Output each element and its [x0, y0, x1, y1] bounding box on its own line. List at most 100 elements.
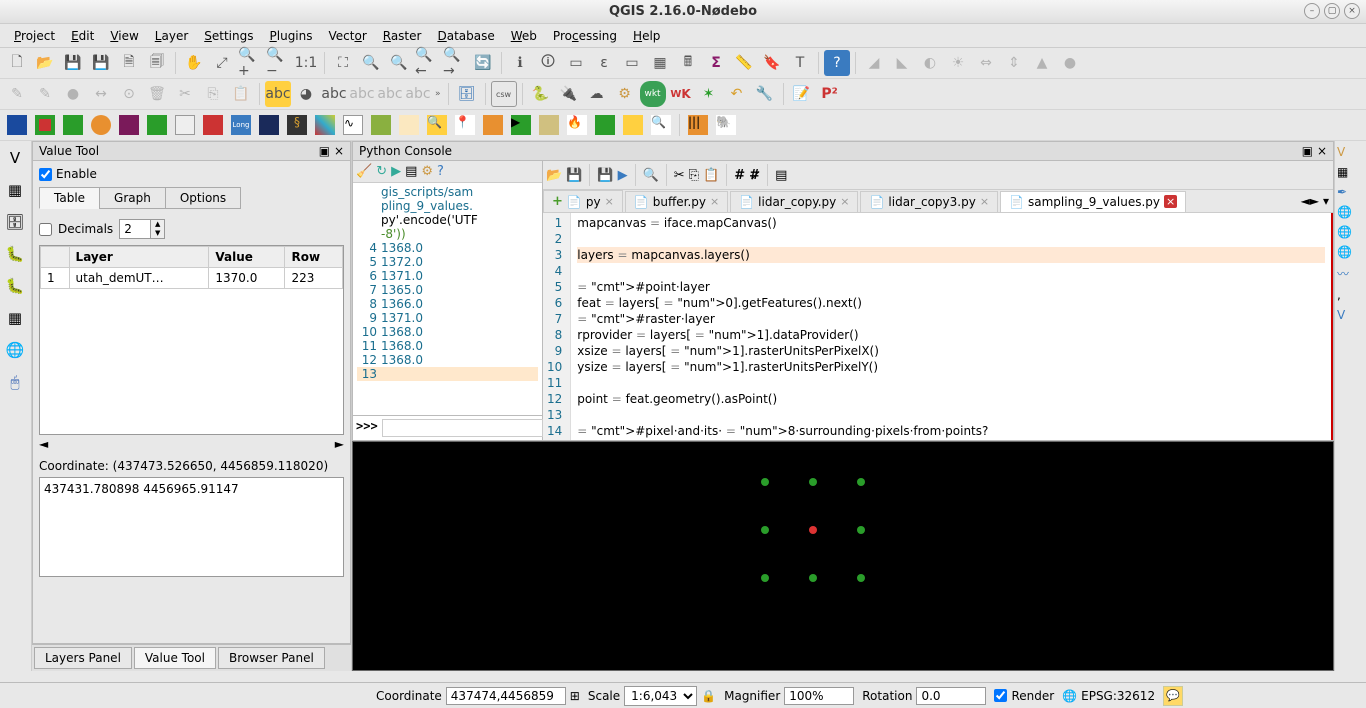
- measure-icon[interactable]: 📏: [731, 50, 757, 76]
- editor-tab[interactable]: + 📄py ×: [543, 190, 623, 212]
- db-manager-icon[interactable]: 🗄: [454, 81, 480, 107]
- help-icon[interactable]: ?: [824, 50, 850, 76]
- menu-project[interactable]: Project: [6, 26, 63, 46]
- rt-13-icon[interactable]: ∿: [340, 112, 366, 138]
- pycon-undock-icon[interactable]: ▣: [1302, 144, 1313, 158]
- btab-browser[interactable]: Browser Panel: [218, 647, 325, 669]
- open-icon[interactable]: 📂: [32, 50, 58, 76]
- coord-output[interactable]: 437431.780898 4456965.91147: [39, 477, 344, 577]
- editor-tab[interactable]: 📄lidar_copy.py ×: [730, 191, 858, 212]
- tab-list-icon[interactable]: ▾: [1323, 194, 1329, 208]
- save-as-file-icon[interactable]: 💾: [597, 168, 613, 183]
- tab-table[interactable]: Table: [39, 187, 100, 209]
- rt-9-icon[interactable]: Long Lat: [228, 112, 254, 138]
- r-vector-icon[interactable]: V: [1337, 145, 1364, 159]
- rt-24-icon[interactable]: 🔍: [648, 112, 674, 138]
- zoom-layer-icon[interactable]: 🔍: [386, 50, 412, 76]
- gear-icon[interactable]: ⚙: [612, 81, 638, 107]
- tab-options[interactable]: Options: [165, 187, 241, 209]
- r-globe2-icon[interactable]: 🌐: [1337, 225, 1364, 239]
- editor-tab[interactable]: 📄buffer.py ×: [625, 191, 728, 212]
- find-icon[interactable]: 🔍: [643, 168, 659, 183]
- p2-icon[interactable]: P²: [817, 81, 843, 107]
- python-icon[interactable]: 🐍: [528, 81, 554, 107]
- decimals-spinner[interactable]: ▲▼: [119, 219, 165, 239]
- scroll-right-icon[interactable]: ►: [335, 437, 344, 451]
- settings-icon[interactable]: ⚙: [421, 164, 433, 179]
- new-tab-icon[interactable]: +: [552, 194, 563, 209]
- label-tool-icon[interactable]: abc: [321, 81, 347, 107]
- rt-1-icon[interactable]: [4, 112, 30, 138]
- col-idx[interactable]: [41, 247, 70, 268]
- save-as-icon[interactable]: 💾: [88, 50, 114, 76]
- r-bezier-icon[interactable]: 〰: [1337, 265, 1364, 282]
- csw-icon[interactable]: csw: [491, 81, 517, 107]
- scroll-left-icon[interactable]: ◄: [39, 437, 48, 451]
- add-mouse-icon[interactable]: 🖱: [2, 369, 28, 395]
- rt-14-icon[interactable]: [368, 112, 394, 138]
- zoom-native-icon[interactable]: 1:1: [293, 50, 319, 76]
- cloud-icon[interactable]: ☁: [584, 81, 610, 107]
- run-script-icon[interactable]: ▶: [618, 168, 628, 183]
- rt-16-icon[interactable]: 🔍: [424, 112, 450, 138]
- tab-close-icon[interactable]: ×: [605, 195, 614, 208]
- pycon-close-icon[interactable]: ×: [1317, 144, 1327, 158]
- statistics-icon[interactable]: Σ: [703, 50, 729, 76]
- menu-view[interactable]: View: [102, 26, 146, 46]
- open-table-icon[interactable]: ▦: [647, 50, 673, 76]
- rt-10-icon[interactable]: [256, 112, 282, 138]
- rt-5-icon[interactable]: [116, 112, 142, 138]
- uncomment-icon[interactable]: #̷: [749, 168, 760, 183]
- console-input[interactable]: [382, 419, 543, 437]
- r-comma-icon[interactable]: ,: [1337, 288, 1364, 302]
- select-icon[interactable]: ▭: [563, 50, 589, 76]
- tab-close-icon[interactable]: ×: [840, 195, 849, 208]
- decimals-input[interactable]: [120, 222, 150, 236]
- r-globe3-icon[interactable]: 🌐: [1337, 245, 1364, 259]
- plugin-icon[interactable]: 🔌: [556, 81, 582, 107]
- status-coord-input[interactable]: [446, 687, 566, 705]
- zoom-out-icon[interactable]: 🔍−: [265, 50, 291, 76]
- label-icon[interactable]: abc: [265, 81, 291, 107]
- run-icon[interactable]: ▶: [391, 164, 401, 179]
- editor-area[interactable]: 123456789101112131415 mapcanvas = iface.…: [543, 213, 1333, 440]
- tab-scroll-left-icon[interactable]: ◄: [1301, 194, 1310, 208]
- col-value[interactable]: Value: [209, 247, 285, 268]
- code-area[interactable]: mapcanvas = iface.mapCanvas() layers = m…: [571, 213, 1333, 440]
- crs-icon[interactable]: 🌐: [1062, 689, 1077, 703]
- rt-4-icon[interactable]: [88, 112, 114, 138]
- menu-database[interactable]: Database: [429, 26, 502, 46]
- zoom-last-icon[interactable]: 🔍←: [414, 50, 440, 76]
- add-wms-icon[interactable]: 🌐: [2, 337, 28, 363]
- diagram-icon[interactable]: ◕: [293, 81, 319, 107]
- rt-22-icon[interactable]: [592, 112, 618, 138]
- add-spatialite-icon[interactable]: 🐛: [2, 241, 28, 267]
- reload-icon[interactable]: ✶: [696, 81, 722, 107]
- wkt2-icon[interactable]: WK: [668, 81, 694, 107]
- menu-vector[interactable]: Vector: [321, 26, 375, 46]
- refresh-icon[interactable]: 🔄: [470, 50, 496, 76]
- new-project-icon[interactable]: 🗋: [4, 50, 30, 76]
- select-expr-icon[interactable]: ε: [591, 50, 617, 76]
- rt-19-icon[interactable]: ▶: [508, 112, 534, 138]
- rt-11-icon[interactable]: §: [284, 112, 310, 138]
- rt-7-icon[interactable]: [172, 112, 198, 138]
- menu-help[interactable]: Help: [625, 26, 668, 46]
- scale-lock-icon[interactable]: 🔒: [701, 689, 716, 703]
- copy-edit-icon[interactable]: ⎘: [689, 168, 699, 183]
- btab-valuetool[interactable]: Value Tool: [134, 647, 216, 669]
- map-canvas[interactable]: [352, 441, 1334, 671]
- tab-close-icon[interactable]: ×: [980, 195, 989, 208]
- panel-undock-icon[interactable]: ▣: [319, 144, 330, 158]
- bookmark-icon[interactable]: 🔖: [759, 50, 785, 76]
- render-checkbox[interactable]: [994, 689, 1007, 702]
- add-vector-icon[interactable]: V: [2, 145, 28, 171]
- field-calc-icon[interactable]: 🖩: [675, 50, 701, 76]
- messages-icon[interactable]: 💬: [1163, 686, 1183, 706]
- status-magnifier-input[interactable]: [784, 687, 854, 705]
- undo-icon[interactable]: ↶: [724, 81, 750, 107]
- spin-up-icon[interactable]: ▲: [150, 220, 164, 229]
- add-postgis-icon[interactable]: 🐛: [2, 273, 28, 299]
- close-icon[interactable]: ×: [1344, 3, 1360, 19]
- rt-6-icon[interactable]: [144, 112, 170, 138]
